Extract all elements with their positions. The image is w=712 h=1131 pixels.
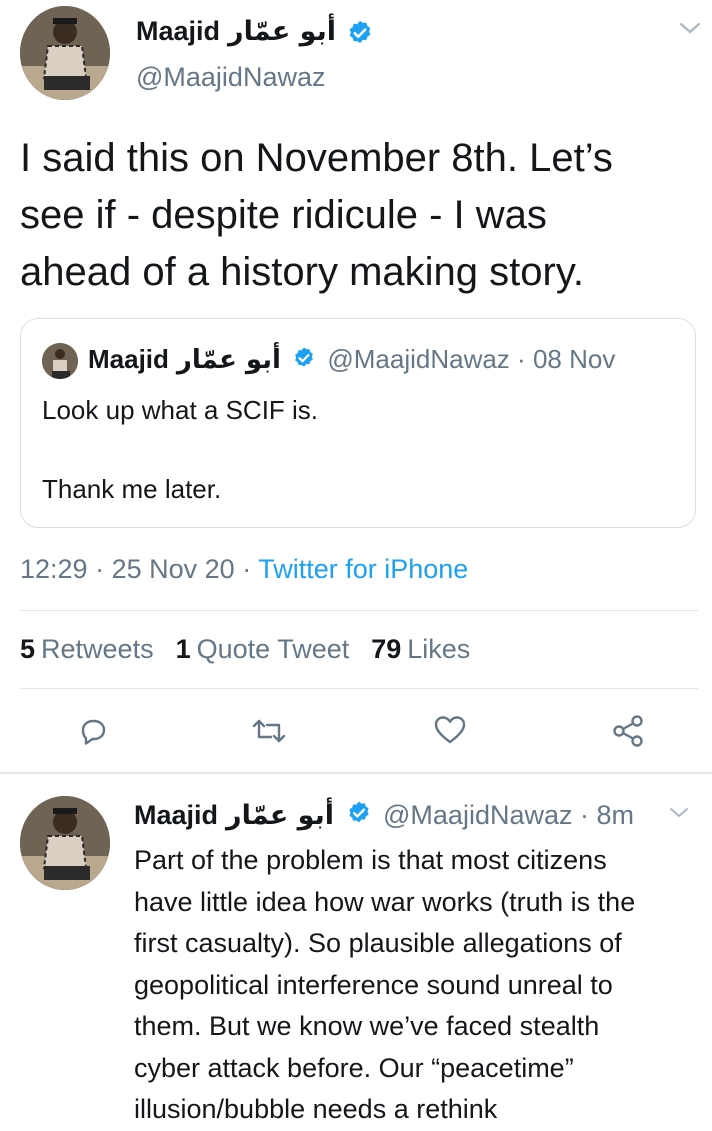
divider bbox=[20, 610, 698, 611]
like-icon[interactable] bbox=[433, 714, 467, 746]
verified-badge-icon bbox=[292, 346, 316, 377]
reply-author-name[interactable]: Maajid bbox=[134, 800, 218, 830]
retweets-stat[interactable]: 5 Retweets bbox=[20, 634, 176, 664]
quote-tweets-stat[interactable]: 1 Quote Tweet bbox=[176, 634, 372, 664]
quoted-text-line: Look up what a SCIF is. bbox=[42, 395, 319, 425]
verified-badge-icon bbox=[346, 800, 372, 833]
quoted-author-name: Maajid bbox=[88, 344, 169, 374]
author-handle[interactable]: @MaajidNawaz bbox=[136, 62, 325, 93]
quoted-author-handle: @MaajidNawaz bbox=[327, 344, 510, 374]
chevron-down-icon[interactable] bbox=[668, 806, 690, 825]
author-name[interactable]: Maajid bbox=[136, 16, 220, 46]
main-author-row: Maajid أبو عمّار bbox=[136, 16, 374, 50]
quote-tweets-label: Quote Tweet bbox=[196, 634, 350, 664]
retweet-icon[interactable] bbox=[251, 715, 287, 747]
quoted-date: 08 Nov bbox=[532, 344, 616, 374]
reply-author-row: Maajid أبو عمّار @MaajidNawaz · 8m bbox=[134, 800, 634, 833]
reply-text-line: geopolitical interference sound unreal t… bbox=[134, 969, 613, 1000]
tweet-metadata: 12:29 · 25 Nov 20 · Twitter for iPhone bbox=[20, 554, 468, 585]
reply-author-arabic-name[interactable]: أبو عمّار bbox=[226, 800, 334, 831]
avatar[interactable] bbox=[20, 6, 110, 100]
author-arabic-name[interactable]: أبو عمّار bbox=[228, 16, 336, 47]
separator-dot: · bbox=[580, 800, 590, 830]
quote-tweets-count: 1 bbox=[175, 634, 191, 664]
divider bbox=[20, 688, 698, 689]
quoted-text-line: Thank me later. bbox=[42, 474, 222, 504]
reply-text-line: cyber attack before. Our “peacetime” bbox=[134, 1052, 574, 1083]
chevron-down-icon[interactable] bbox=[678, 20, 702, 41]
tweet-text: I said this on November 8th. Let’s see i… bbox=[20, 130, 613, 301]
reply-text-line: illusion/bubble needs a rethink bbox=[134, 1094, 498, 1124]
reply-text-line: them. But we know we’ve faced stealth bbox=[134, 1011, 600, 1041]
reply-text-line: Part of the problem is that most citizen… bbox=[134, 845, 607, 875]
tweet-time: 12:29 bbox=[20, 554, 88, 584]
reply-text: Part of the problem is that most citizen… bbox=[134, 840, 635, 1131]
quoted-avatar[interactable] bbox=[42, 343, 78, 379]
retweets-label: Retweets bbox=[41, 634, 154, 664]
likes-stat[interactable]: 79 Likes bbox=[371, 634, 492, 664]
quoted-author-row: Maajid أبو عمّار @MaajidNawaz · 08 Nov bbox=[88, 344, 615, 377]
verified-badge-icon bbox=[346, 19, 374, 52]
tweet-source-link[interactable]: Twitter for iPhone bbox=[258, 554, 468, 584]
separator-dot: · bbox=[95, 554, 105, 584]
separator-dot: · bbox=[242, 554, 252, 584]
share-icon[interactable] bbox=[611, 714, 645, 748]
tweet-date: 25 Nov 20 bbox=[111, 554, 235, 584]
tweet-text-line: ahead of a history making story. bbox=[20, 250, 584, 294]
likes-count: 79 bbox=[371, 634, 402, 664]
reply-author-handle[interactable]: @MaajidNawaz bbox=[383, 800, 572, 830]
divider bbox=[0, 772, 712, 774]
reply-icon[interactable] bbox=[77, 715, 109, 747]
reply-age: 8m bbox=[596, 800, 635, 830]
quoted-author-arabic-name: أبو عمّار bbox=[176, 345, 281, 375]
tweet-text-line: I said this on November 8th. Let’s bbox=[20, 136, 613, 180]
engagement-stats: 5 Retweets 1 Quote Tweet 79 Likes bbox=[20, 634, 492, 665]
tweet-text-line: see if - despite ridicule - I was bbox=[20, 193, 547, 237]
retweets-count: 5 bbox=[20, 634, 36, 664]
reply-text-line: first casualty). So plausible allegation… bbox=[134, 928, 622, 958]
avatar[interactable] bbox=[20, 796, 110, 890]
separator-dot: · bbox=[517, 344, 526, 374]
likes-label: Likes bbox=[407, 634, 471, 664]
reply-text-line: have little idea how war works (truth is… bbox=[134, 886, 636, 917]
